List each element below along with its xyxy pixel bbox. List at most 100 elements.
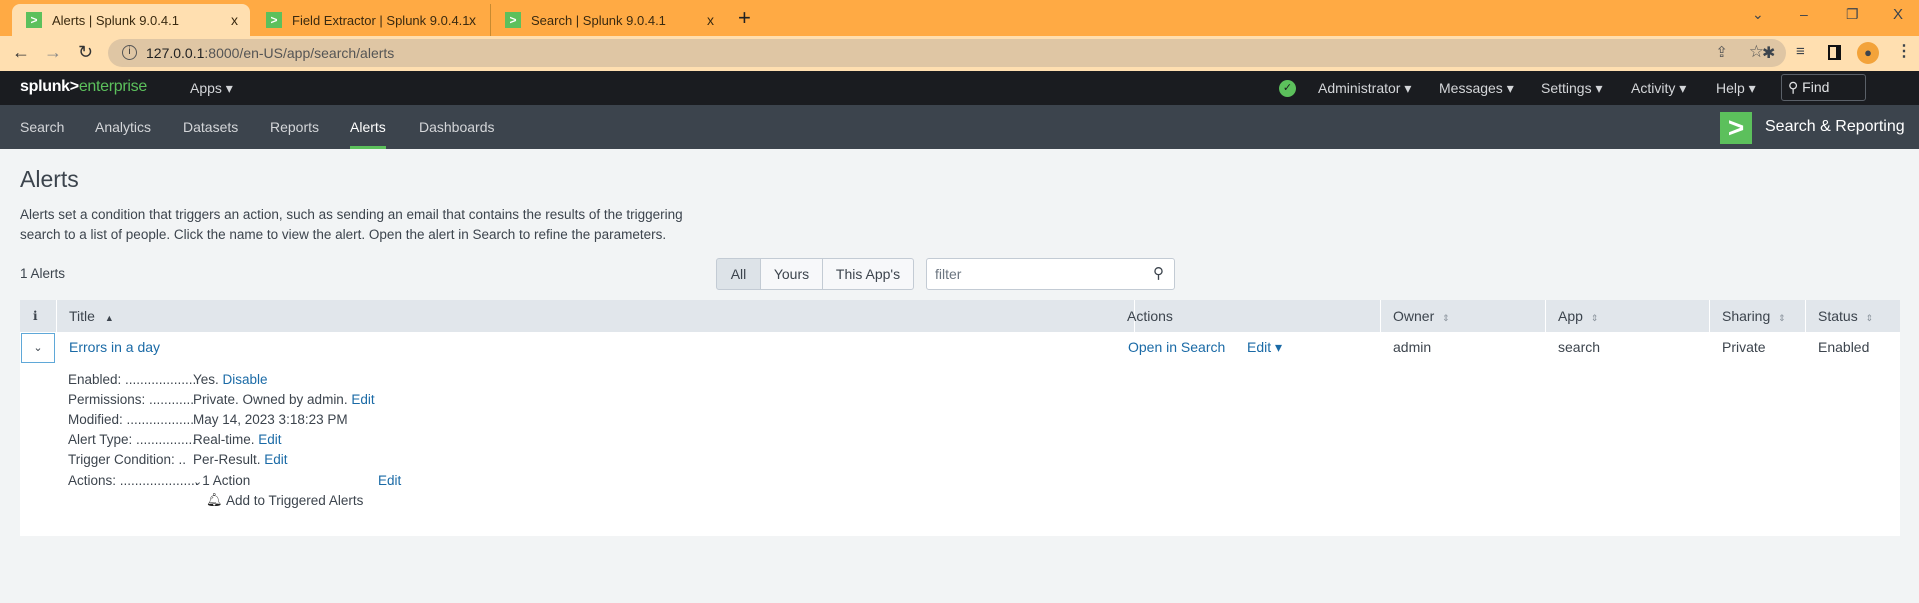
- help-menu[interactable]: Help ▾: [1716, 71, 1756, 105]
- restore-icon[interactable]: ❐: [1846, 6, 1859, 23]
- reading-list-icon[interactable]: ≡: [1796, 43, 1805, 60]
- edit-actions-link[interactable]: Edit: [378, 473, 401, 488]
- triggered-alerts-action: Add to Triggered Alerts: [226, 493, 364, 508]
- nav-search[interactable]: Search: [20, 105, 64, 149]
- nav-analytics[interactable]: Analytics: [95, 105, 151, 149]
- share-icon[interactable]: ⇪: [1715, 43, 1728, 61]
- close-tab-icon[interactable]: x: [707, 12, 714, 28]
- browser-menu-icon[interactable]: ⋮: [1896, 41, 1912, 61]
- filter-all-button[interactable]: All: [716, 258, 761, 290]
- sort-icon: ⇕: [1590, 313, 1599, 323]
- back-icon[interactable]: ←: [12, 42, 30, 63]
- side-panel-icon[interactable]: [1828, 45, 1841, 60]
- splunk-logo[interactable]: splunk>enterprise: [20, 78, 147, 96]
- nav-reports[interactable]: Reports: [270, 105, 319, 149]
- bell-icon: 🔔︎: [206, 492, 223, 507]
- column-sharing[interactable]: Sharing ⇕: [1710, 300, 1806, 332]
- modified-value: May 14, 2023 3:18:23 PM: [193, 412, 348, 427]
- permissions-label: Permissions: ............: [68, 392, 195, 407]
- filter-input[interactable]: filter ⚲: [926, 258, 1175, 290]
- profile-avatar-icon[interactable]: ●: [1857, 42, 1879, 64]
- browser-tab-search[interactable]: > Search | Splunk 9.0.4.1 x: [490, 4, 726, 36]
- nav-datasets[interactable]: Datasets: [183, 105, 238, 149]
- column-app[interactable]: App ⇕: [1546, 300, 1710, 332]
- table-header: i Title ▲ Actions Owner ⇕ App ⇕ Sharing …: [20, 300, 1900, 332]
- modified-label: Modified: ..................: [68, 412, 195, 427]
- splunk-favicon: >: [26, 12, 42, 28]
- reload-icon[interactable]: ↻: [78, 42, 93, 63]
- health-status-icon[interactable]: ✓: [1279, 80, 1296, 97]
- extensions-icon[interactable]: ✱: [1762, 43, 1775, 63]
- app-logo-icon: >: [1720, 112, 1752, 144]
- browser-tab-bar: > Alerts | Splunk 9.0.4.1 x > Field Extr…: [0, 0, 1919, 36]
- site-info-icon[interactable]: i: [122, 45, 137, 60]
- url-field[interactable]: i 127.0.0.1:8000/en-US/app/search/alerts…: [108, 39, 1786, 67]
- actions-label: Actions: .....................: [68, 473, 199, 488]
- close-tab-icon[interactable]: x: [231, 12, 238, 28]
- url-host: 127.0.0.1: [146, 45, 205, 61]
- close-tab-icon[interactable]: x: [469, 12, 476, 28]
- administrator-menu[interactable]: Administrator ▾: [1318, 71, 1411, 105]
- status-cell: Enabled: [1818, 339, 1870, 355]
- trigger-condition-value: Per-Result. Edit: [193, 452, 288, 467]
- column-status[interactable]: Status ⇕: [1806, 300, 1900, 332]
- app-cell: search: [1558, 339, 1601, 355]
- tab-label: Field Extractor | Splunk 9.0.4.1: [292, 12, 470, 28]
- enabled-label: Enabled: ...................: [68, 372, 197, 387]
- page-description: Alerts set a condition that triggers an …: [20, 207, 683, 242]
- chevron-down-icon: ⌄: [193, 476, 203, 488]
- filter-this-app-button[interactable]: This App's: [822, 258, 914, 290]
- nav-alerts[interactable]: Alerts: [350, 105, 386, 149]
- alert-type-label: Alert Type: ................: [68, 432, 197, 447]
- splunk-header: splunk>enterprise Apps ▾ ✓ Administrator…: [0, 71, 1919, 105]
- forward-icon[interactable]: →: [44, 42, 62, 63]
- browser-tab-field-extractor[interactable]: > Field Extractor | Splunk 9.0.4.1 x: [252, 4, 488, 36]
- address-bar-row: ← → ↻ i 127.0.0.1:8000/en-US/app/search/…: [0, 36, 1919, 71]
- browser-tab-alerts[interactable]: > Alerts | Splunk 9.0.4.1 x: [12, 4, 250, 36]
- permissions-value: Private. Owned by admin. Edit: [193, 392, 375, 407]
- app-name: Search & Reporting: [1765, 118, 1905, 135]
- page-title: Alerts: [20, 166, 79, 192]
- apps-menu[interactable]: Apps ▾: [190, 71, 233, 105]
- new-tab-button[interactable]: +: [738, 5, 751, 31]
- table-row: ⌄ Errors in a day Open in Search Edit ▾ …: [20, 332, 1900, 363]
- edit-dropdown[interactable]: Edit ▾: [1247, 332, 1282, 363]
- actions-toggle[interactable]: ⌄1 Action: [193, 473, 250, 488]
- search-icon: ⚲: [1153, 265, 1164, 282]
- close-window-icon[interactable]: X: [1893, 6, 1903, 23]
- edit-permissions-link[interactable]: Edit: [351, 392, 374, 407]
- filter-yours-button[interactable]: Yours: [760, 258, 823, 290]
- column-owner[interactable]: Owner ⇕: [1381, 300, 1546, 332]
- ownership-filter: All Yours This App's: [716, 258, 916, 290]
- filter-placeholder: filter: [935, 266, 962, 282]
- alerts-table: i Title ▲ Actions Owner ⇕ App ⇕ Sharing …: [20, 300, 1900, 536]
- column-title[interactable]: Title ▲: [57, 300, 1135, 332]
- sort-icon: ⇕: [1865, 313, 1874, 323]
- alert-type-value: Real-time. Edit: [193, 432, 282, 447]
- tab-label: Alerts | Splunk 9.0.4.1: [52, 12, 179, 28]
- activity-menu[interactable]: Activity ▾: [1631, 71, 1686, 105]
- settings-menu[interactable]: Settings ▾: [1541, 71, 1603, 105]
- sort-icon: ⇕: [1442, 313, 1450, 323]
- edit-trigger-link[interactable]: Edit: [264, 452, 287, 467]
- alert-count: 1 Alerts: [20, 266, 66, 281]
- tab-search-icon[interactable]: ⌄: [1752, 6, 1764, 23]
- column-actions: Actions: [1115, 300, 1381, 332]
- splunk-favicon: >: [505, 12, 521, 28]
- info-column-header: i: [20, 300, 57, 332]
- owner-cell: admin: [1393, 339, 1432, 355]
- alert-title-link[interactable]: Errors in a day: [69, 332, 160, 363]
- nav-dashboards[interactable]: Dashboards: [419, 105, 495, 149]
- messages-menu[interactable]: Messages ▾: [1439, 71, 1514, 105]
- edit-alert-type-link[interactable]: Edit: [258, 432, 281, 447]
- disable-link[interactable]: Disable: [223, 372, 268, 387]
- app-navigation: Search Analytics Datasets Reports Alerts…: [0, 105, 1919, 149]
- sort-asc-icon: ▲: [104, 313, 114, 323]
- url-path: :8000/en-US/app/search/alerts: [204, 45, 395, 61]
- collapse-row-button[interactable]: ⌄: [21, 333, 55, 363]
- find-input[interactable]: ⚲ Find: [1781, 74, 1866, 101]
- enabled-value: Yes. Disable: [193, 372, 268, 387]
- open-in-search-link[interactable]: Open in Search: [1128, 332, 1225, 363]
- minimize-icon[interactable]: –: [1800, 6, 1808, 22]
- sort-icon: ⇕: [1778, 313, 1786, 323]
